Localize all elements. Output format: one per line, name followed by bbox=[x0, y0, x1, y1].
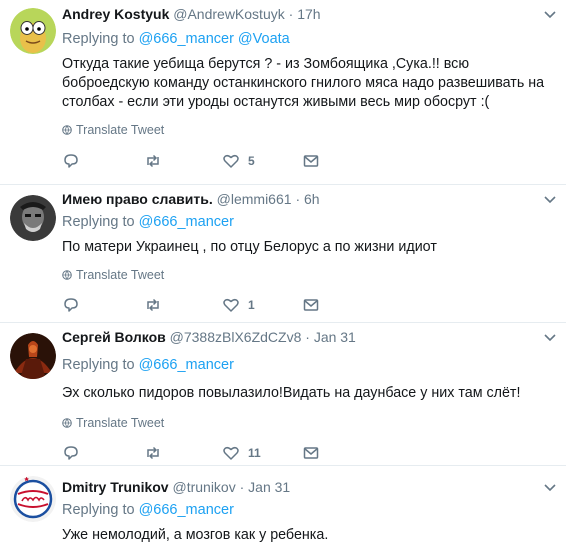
tweet-text: Откуда такие уебища берутся ? - из Зомбо… bbox=[62, 56, 545, 110]
retweet-icon bbox=[147, 298, 159, 312]
avatar[interactable] bbox=[10, 476, 56, 522]
reply-mention[interactable]: @666_mancer bbox=[139, 357, 234, 373]
like-icon bbox=[223, 298, 239, 312]
tweet-actions: 1 bbox=[62, 296, 392, 314]
retweet-icon bbox=[147, 446, 159, 460]
author-name[interactable]: Сергей Волков bbox=[62, 329, 166, 345]
tweet-header: Сергей Волков @7388zBlX6ZdCZv8 · Jan 31 bbox=[62, 329, 356, 345]
like-count: 11 bbox=[248, 446, 261, 460]
translate-label: Translate Tweet bbox=[76, 416, 165, 430]
replying-to: Replying to @666_mancer bbox=[62, 214, 234, 230]
author-name[interactable]: Dmitry Trunikov bbox=[62, 479, 169, 495]
dm-icon bbox=[303, 299, 319, 311]
translate-tweet[interactable]: Translate Tweet bbox=[62, 416, 164, 430]
replying-to: Replying to @666_mancer bbox=[62, 502, 234, 518]
dm-button[interactable] bbox=[302, 296, 320, 314]
chevron-down-icon[interactable] bbox=[544, 191, 556, 207]
dm-button[interactable] bbox=[302, 152, 320, 170]
tweet-text: По матери Украинец , по отцу Белорус а п… bbox=[62, 239, 437, 255]
chevron-down-icon[interactable] bbox=[544, 6, 556, 22]
retweet-button[interactable] bbox=[144, 296, 162, 314]
author-name[interactable]: Имею право славить. bbox=[62, 191, 213, 207]
replying-prefix: Replying to bbox=[62, 214, 135, 230]
separator-dot: · bbox=[288, 6, 294, 22]
retweet-button[interactable] bbox=[144, 152, 162, 170]
avatar[interactable] bbox=[10, 195, 56, 241]
timestamp[interactable]: 17h bbox=[297, 6, 320, 22]
translate-label: Translate Tweet bbox=[76, 268, 165, 282]
timestamp[interactable]: Jan 31 bbox=[314, 329, 356, 345]
like-button[interactable]: 1 bbox=[222, 296, 255, 314]
tweet-header: Dmitry Trunikov @trunikov · Jan 31 bbox=[62, 479, 290, 495]
tweet[interactable]: Сергей Волков @7388zBlX6ZdCZv8 · Jan 31 … bbox=[0, 323, 566, 466]
chevron-down-icon[interactable] bbox=[544, 329, 556, 345]
tweet-header: Andrey Kostyuk @AndrewKostuyk · 17h bbox=[62, 6, 321, 22]
retweet-icon bbox=[147, 154, 159, 168]
globe-icon bbox=[62, 270, 72, 280]
like-count: 5 bbox=[248, 154, 255, 168]
author-name[interactable]: Andrey Kostyuk bbox=[62, 6, 169, 22]
reply-button[interactable] bbox=[62, 296, 80, 314]
avatar[interactable] bbox=[10, 333, 56, 379]
separator-dot: · bbox=[239, 479, 245, 495]
dm-icon bbox=[303, 447, 319, 459]
like-button[interactable]: 5 bbox=[222, 152, 255, 170]
tweet[interactable]: Dmitry Trunikov @trunikov · Jan 31 Reply… bbox=[0, 466, 566, 555]
tweet[interactable]: Имею право славить. @lemmi661 · 6h Reply… bbox=[0, 185, 566, 323]
replying-prefix: Replying to bbox=[62, 31, 135, 47]
reply-icon bbox=[64, 298, 78, 312]
retweet-button[interactable] bbox=[144, 444, 162, 462]
author-handle[interactable]: @trunikov bbox=[172, 479, 235, 495]
tweet-actions: 11 bbox=[62, 444, 392, 462]
reply-button[interactable] bbox=[62, 444, 80, 462]
translate-label: Translate Tweet bbox=[76, 123, 165, 137]
replying-to: Replying to @666_mancer @Voata bbox=[62, 31, 290, 47]
replying-to: Replying to @666_mancer bbox=[62, 357, 234, 373]
translate-tweet[interactable]: Translate Tweet bbox=[62, 268, 164, 282]
like-count: 1 bbox=[248, 298, 255, 312]
reply-mention[interactable]: @666_mancer bbox=[139, 502, 234, 518]
tweet[interactable]: Andrey Kostyuk @AndrewKostuyk · 17h Repl… bbox=[0, 0, 566, 185]
reply-mention[interactable]: @666_mancer @Voata bbox=[139, 31, 290, 47]
reply-icon bbox=[64, 446, 78, 460]
like-button[interactable]: 11 bbox=[222, 444, 261, 462]
avatar[interactable] bbox=[10, 8, 56, 54]
timestamp[interactable]: Jan 31 bbox=[248, 479, 290, 495]
author-handle[interactable]: @lemmi661 bbox=[217, 191, 292, 207]
timestamp[interactable]: 6h bbox=[304, 191, 320, 207]
dm-icon bbox=[303, 155, 319, 167]
author-handle[interactable]: @AndrewKostuyk bbox=[173, 6, 284, 22]
like-icon bbox=[223, 446, 239, 460]
chevron-down-icon[interactable] bbox=[544, 479, 556, 495]
dm-button[interactable] bbox=[302, 444, 320, 462]
reply-button[interactable] bbox=[62, 152, 80, 170]
globe-icon bbox=[62, 125, 72, 135]
author-handle[interactable]: @7388zBlX6ZdCZv8 bbox=[170, 329, 302, 345]
translate-tweet[interactable]: Translate Tweet bbox=[62, 123, 164, 137]
tweet-text: Эх сколько пидоров повылазило!Видать на … bbox=[62, 385, 521, 401]
reply-icon bbox=[64, 154, 78, 168]
tweet-text: Уже немолодий, а мозгов как у ребенка. bbox=[62, 527, 329, 543]
separator-dot: · bbox=[305, 329, 310, 345]
pepsi-cola-logo bbox=[10, 476, 56, 522]
separator-dot: · bbox=[295, 191, 301, 207]
globe-icon bbox=[62, 418, 72, 428]
tweet-header: Имею право славить. @lemmi661 · 6h bbox=[62, 191, 320, 207]
replying-prefix: Replying to bbox=[62, 357, 135, 373]
replying-prefix: Replying to bbox=[62, 502, 135, 518]
tweet-actions: 5 bbox=[62, 152, 392, 170]
reply-mention[interactable]: @666_mancer bbox=[139, 214, 234, 230]
like-icon bbox=[223, 154, 239, 168]
